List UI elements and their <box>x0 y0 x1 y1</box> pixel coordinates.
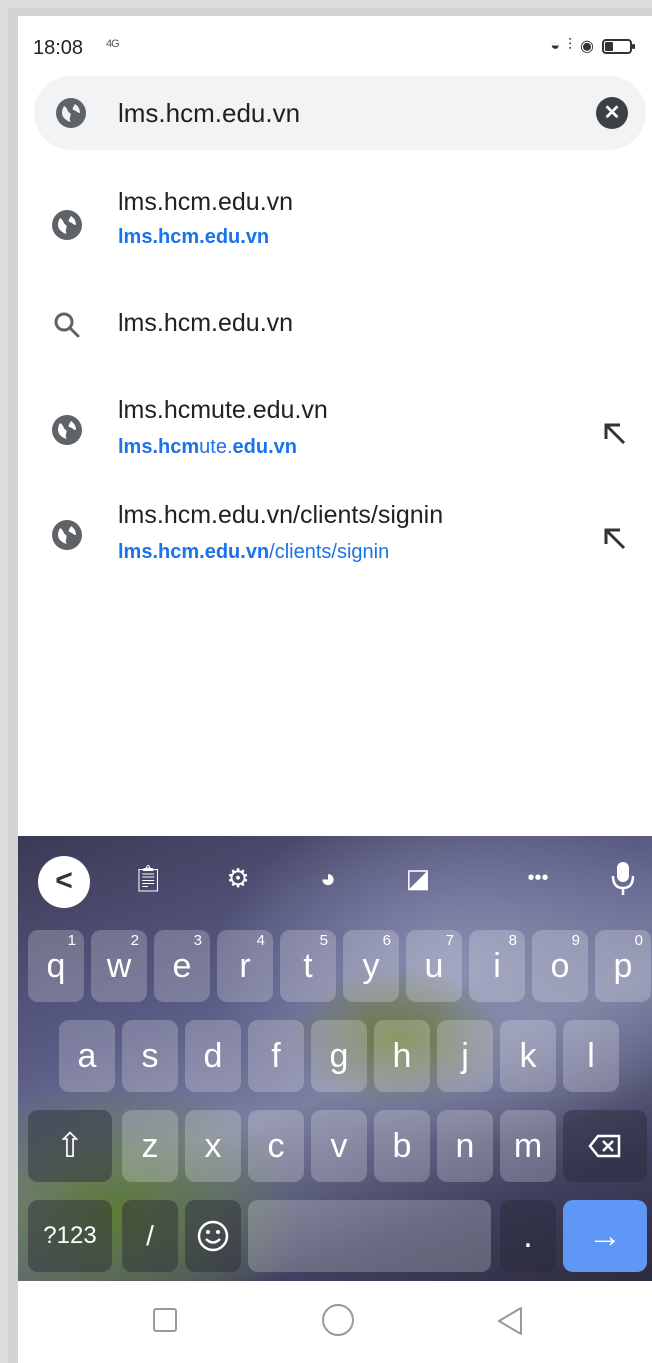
soft-keyboard: < 📋︎ ⚙ ◕ ◪ ••• q1 w2 e3 r4 t5 y6 u7 i8 o… <box>18 836 652 1281</box>
key-n[interactable]: n <box>437 1110 493 1182</box>
omnibox[interactable]: lms.hcm.edu.vn ✕ <box>34 76 646 150</box>
backspace-icon <box>588 1134 621 1158</box>
suggestion-url: lms.hcm.edu.vn <box>118 226 270 248</box>
data-saver-icon: ◒ <box>550 37 561 54</box>
globe-icon <box>52 520 82 550</box>
key-p[interactable]: p0 <box>595 930 651 1002</box>
suggestion-title: lms.hcm.edu.vn <box>118 309 294 337</box>
key-d[interactable]: d <box>185 1020 241 1092</box>
emoji-key[interactable] <box>185 1200 241 1272</box>
slash-key[interactable]: / <box>122 1200 178 1272</box>
period-key[interactable]: . <box>500 1200 556 1272</box>
clipboard-icon[interactable]: 📋︎ <box>128 858 168 898</box>
status-bar: 18:08 4G ◒ ⫶ ◉ <box>18 16 652 72</box>
gear-icon[interactable]: ⚙ <box>218 858 258 898</box>
suggestion-title: lms.hcmute.edu.vn <box>118 396 328 424</box>
suggestion-title: lms.hcm.edu.vn <box>118 188 294 216</box>
status-icons: ◒ ⫶ ◉ <box>550 36 635 56</box>
suggestion-item[interactable]: lms.hcm.edu.vn <box>18 291 652 361</box>
key-a[interactable]: a <box>59 1020 115 1092</box>
suggestion-title: lms.hcm.edu.vn/clients/signin <box>118 501 444 529</box>
home-button[interactable] <box>322 1304 354 1336</box>
key-w[interactable]: w2 <box>91 930 147 1002</box>
fill-query-arrow-icon[interactable] <box>602 421 630 449</box>
globe-icon <box>52 210 82 240</box>
key-q[interactable]: q1 <box>28 930 84 1002</box>
key-m[interactable]: m <box>500 1110 556 1182</box>
key-k[interactable]: k <box>500 1020 556 1092</box>
key-z[interactable]: z <box>122 1110 178 1182</box>
go-key[interactable]: → <box>563 1200 647 1272</box>
smiley-icon <box>197 1220 229 1252</box>
key-g[interactable]: g <box>311 1020 367 1092</box>
phone-screen: 18:08 4G ◒ ⫶ ◉ lms.hcm.edu.vn ✕ lms.hcm.… <box>18 16 652 1363</box>
suggestion-item[interactable]: lms.hcmute.edu.vn lms.hcmute.edu.vn <box>18 391 652 491</box>
battery-icon <box>602 38 635 54</box>
status-time: 18:08 <box>33 37 84 59</box>
key-l[interactable]: l <box>563 1020 619 1092</box>
back-button[interactable] <box>495 1305 525 1337</box>
key-y[interactable]: y6 <box>343 930 399 1002</box>
shift-key[interactable]: ⇧ <box>28 1110 112 1182</box>
globe-icon <box>52 415 82 445</box>
suggestion-item[interactable]: lms.hcm.edu.vn lms.hcm.edu.vn <box>18 176 652 276</box>
symbols-key[interactable]: ?123 <box>28 1200 112 1272</box>
space-key[interactable] <box>248 1200 491 1272</box>
clear-input-button[interactable]: ✕ <box>596 97 628 129</box>
key-b[interactable]: b <box>374 1110 430 1182</box>
key-f[interactable]: f <box>248 1020 304 1092</box>
search-icon <box>54 312 80 338</box>
recents-button[interactable] <box>153 1308 177 1332</box>
key-x[interactable]: x <box>185 1110 241 1182</box>
system-nav-bar <box>18 1281 652 1363</box>
network-indicator: 4G <box>106 38 120 50</box>
key-c[interactable]: c <box>248 1110 304 1182</box>
key-v[interactable]: v <box>311 1110 367 1182</box>
rotation-lock-icon: ◉ <box>580 38 594 55</box>
suggestion-url: lms.hcm.edu.vn/clients/signin <box>118 541 390 563</box>
key-e[interactable]: e3 <box>154 930 210 1002</box>
microphone-icon[interactable] <box>608 858 638 898</box>
suggestion-url: lms.hcmute.edu.vn <box>118 436 297 458</box>
key-s[interactable]: s <box>122 1020 178 1092</box>
suggestion-item[interactable]: lms.hcm.edu.vn/clients/signin lms.hcm.ed… <box>18 496 652 596</box>
palette-icon[interactable]: ◕ <box>308 858 348 898</box>
fill-query-arrow-icon[interactable] <box>602 526 630 554</box>
more-icon[interactable]: ••• <box>513 858 563 898</box>
key-u[interactable]: u7 <box>406 930 462 1002</box>
omnibox-input[interactable]: lms.hcm.edu.vn <box>118 98 300 129</box>
backspace-key[interactable] <box>563 1110 647 1182</box>
key-r[interactable]: r4 <box>217 930 273 1002</box>
key-t[interactable]: t5 <box>280 930 336 1002</box>
keyboard-toolbar: < 📋︎ ⚙ ◕ ◪ ••• <box>18 836 652 918</box>
vibrate-icon: ⫶ <box>568 37 573 54</box>
globe-icon <box>56 98 86 128</box>
key-j[interactable]: j <box>437 1020 493 1092</box>
key-i[interactable]: i8 <box>469 930 525 1002</box>
collapse-toolbar-button[interactable]: < <box>38 856 90 908</box>
key-h[interactable]: h <box>374 1020 430 1092</box>
key-o[interactable]: o9 <box>532 930 588 1002</box>
one-handed-mode-icon[interactable]: ◪ <box>398 858 438 898</box>
